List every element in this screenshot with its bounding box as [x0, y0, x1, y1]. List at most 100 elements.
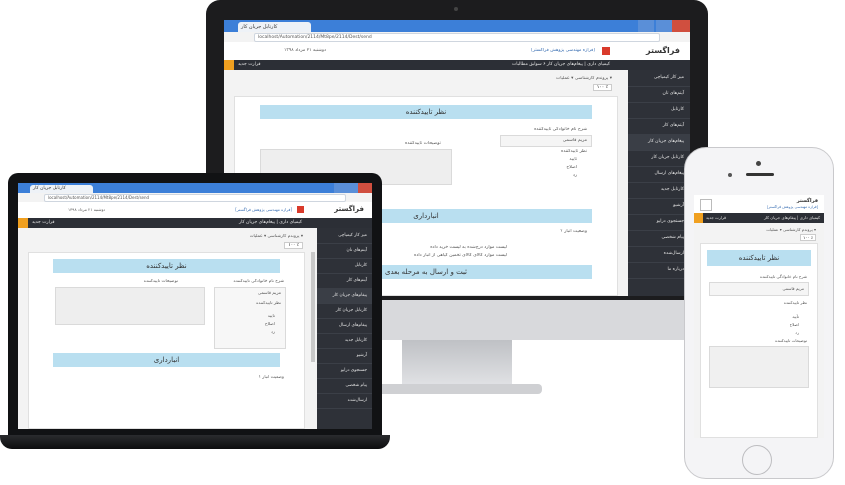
laptop-radio-reform[interactable]: اصلاح [265, 322, 275, 327]
tab-title: کارتابل جریان کار [241, 24, 278, 30]
phone-recipient-value-box: مریم قاسمی [709, 282, 809, 296]
laptop-sidebar-item-tasks[interactable]: آیتم‌های تان [317, 243, 372, 259]
phone-front-sensor [728, 173, 732, 177]
laptop-sidebar-item-work[interactable]: آیتم‌های کار [317, 273, 372, 289]
phone-approver-textarea[interactable] [709, 346, 809, 388]
laptop-close-button[interactable] [358, 183, 372, 193]
laptop-sidebar-item-workflow[interactable]: کارتابل جریان کار [317, 303, 372, 319]
textarea-label: توضیحات تاییدکننده [405, 141, 441, 146]
phone-form-card: نظر تاییدکننده شرح نام خانوادگی تاییدکنن… [700, 243, 818, 438]
laptop-textarea-label: توضیحات تاییدکننده [143, 279, 178, 284]
laptop-sidebar-item-cartable[interactable]: کارتابل [317, 258, 372, 274]
laptop-breadcrumb: کیمیای داری | پیغام‌های جریان کار [238, 220, 302, 225]
laptop-task-label[interactable]: قرارت جدید [32, 218, 54, 228]
minimize-button[interactable] [638, 20, 654, 32]
phone-opinion-label: نظر تاییدکننده [783, 300, 807, 305]
laptop-min-button[interactable] [334, 183, 346, 193]
phone-screen: فراگستر [فرازه مهندسی پژوهش فراگستر] قرا… [694, 195, 824, 438]
close-button[interactable] [672, 20, 690, 32]
sidebar-item-archive[interactable]: آرشیو [628, 198, 690, 215]
laptop-org-name: [فرازه مهندسی پژوهش فراگستر] [235, 207, 292, 212]
phone-brand-bar: فراگستر [فرازه مهندسی پژوهش فراگستر] [694, 195, 824, 214]
checkbox-1[interactable]: لیست موارد درج‌شده به لیست خرید داده [430, 245, 507, 250]
app-header: قرارت جدید کیمیای داری | پیغام‌های جریان… [224, 60, 690, 70]
phone-radio-approve[interactable]: تأیید [792, 314, 799, 319]
laptop-tab[interactable]: کارتابل جریان کار [30, 185, 93, 193]
laptop-url-field[interactable]: localhost/Automation/2114/Mt8pe/2114/Des… [44, 194, 346, 202]
monitor-base [372, 384, 542, 394]
radio-reject[interactable]: رد [573, 173, 577, 178]
laptop-home-icon[interactable] [18, 218, 28, 228]
org-name: [فرازه مهندسی پژوهش فراگستر] [531, 48, 595, 53]
laptop-sidebar-item-desk[interactable]: میز کار کیمیاچی [317, 228, 372, 244]
laptop-screen: کارتابل جریان کار localhost/Automation/2… [18, 183, 372, 429]
brand-bar: فراگستر [فرازه مهندسی پژوهش فراگستر] دوش… [224, 42, 690, 61]
sidebar-item-sent[interactable]: پیغام‌های ارسال [628, 166, 690, 183]
checkbox-2[interactable]: لیست موارد کالای کالای تخمین گیاهی از ان… [414, 253, 507, 258]
phone-radio-reform[interactable]: اصلاح [790, 322, 799, 327]
phone-home-icon[interactable] [694, 213, 703, 223]
laptop-form-card: نظر تاییدکننده شرح نام خانوادگی تاییدکنن… [28, 252, 305, 429]
sidebar-item-workflow[interactable]: کارتابل جریان کار [628, 150, 690, 167]
url-text: localhost/Automation/2114/Mt8pe/2114/Des… [258, 35, 372, 40]
phone-content-toolbar[interactable]: پروندم کارشناسی ▾ عملیات ▾ [766, 227, 816, 232]
radio-reform[interactable]: اصلاح [566, 165, 577, 170]
app-logo-icon [602, 47, 610, 55]
laptop-logo-icon [297, 206, 304, 213]
laptop-scrollbar[interactable] [311, 252, 315, 362]
laptop-section-warehouse-header: انبارداری [53, 353, 280, 367]
laptop-sidebar-item-archive[interactable]: آرشیو [317, 348, 372, 364]
laptop-sidebar-item-new[interactable]: کارتابل جدید [317, 333, 372, 349]
url-field[interactable]: localhost/Automation/2114/Mt8pe/2114/Des… [254, 33, 660, 42]
sidebar-item-messages[interactable]: پیغام‌های جریان کار [628, 134, 690, 151]
sidebar-item-outbox[interactable]: ارسال‌شده [628, 246, 690, 263]
laptop-radio-reject[interactable]: رد [271, 330, 275, 335]
laptop-sidebar-item-outbox[interactable]: ارسال‌شده [317, 393, 372, 409]
laptop-brand-logo: فراگستر [334, 205, 364, 213]
laptop-approver-textarea[interactable] [55, 287, 205, 325]
maximize-button[interactable] [656, 20, 672, 32]
sidebar-item-new[interactable]: کارتابل جدید [628, 182, 690, 199]
phone-company-name: فراگستر [796, 198, 818, 204]
laptop-sidebar-item-search[interactable]: جستجوی درایو [317, 363, 372, 379]
laptop-recipient-value: مریم قاسمی [257, 291, 281, 296]
home-icon[interactable] [224, 60, 234, 70]
laptop-sidebar-item-messages[interactable]: پیغام‌های جریان کار [317, 288, 372, 304]
laptop-opinion-label: نظر تاییدکننده [256, 301, 281, 306]
phone-zoom-select[interactable]: ۱۰۰ ٪ [800, 234, 816, 241]
phone: فراگستر [فرازه مهندسی پژوهش فراگستر] قرا… [684, 147, 834, 479]
section-approver-header: نظر تاییدکننده [260, 105, 592, 119]
phone-camera [756, 161, 761, 166]
phone-radio-reject[interactable]: رد [795, 330, 799, 335]
sidebar-item-personal[interactable]: پیام شخصی [628, 230, 690, 247]
opinion-label: نظر تاییدکننده [560, 149, 587, 154]
brand-logo-text: فراگستر [646, 46, 680, 55]
sidebar-item-about[interactable]: درباره ما [628, 262, 690, 279]
sidebar-item-work[interactable]: آیتم‌های کار [628, 118, 690, 135]
sidebar-item-desk[interactable]: میز کار کیمیاچی [628, 70, 690, 87]
monitor-stand [402, 340, 512, 390]
browser-tab[interactable]: کارتابل جریان کار [238, 22, 311, 32]
laptop-sidebar-item-personal[interactable]: پیام شخصی [317, 378, 372, 394]
sidebar-item-cartable[interactable]: کارتابل [628, 102, 690, 119]
laptop-warehouse-question: وضعیت انبار ؟ [258, 375, 284, 380]
laptop-sidebar-item-sent[interactable]: پیغام‌های ارسال [317, 318, 372, 334]
phone-home-button[interactable] [742, 445, 772, 475]
phone-task-label[interactable]: قرارت جدید [706, 213, 726, 223]
laptop-brand-bar: فراگستر [فرازه مهندسی پژوهش فراگستر] دوش… [18, 202, 372, 219]
content-toolbar[interactable]: پروندم کارشناسی ▾ عملیات ▾ [556, 76, 612, 81]
laptop-radio-approve[interactable]: تأیید [268, 314, 275, 319]
laptop-sidebar: میز کار کیمیاچی آیتم‌های تان کارتابل آیت… [317, 228, 372, 429]
phone-app-header: قرارت جدید کیمیای داری | پیغام‌های جریان… [694, 213, 824, 223]
laptop-content-toolbar[interactable]: پروندم کارشناسی ▾ عملیات ▾ [250, 234, 303, 239]
task-label[interactable]: قرارت جدید [238, 60, 260, 70]
phone-recipient-value: مریم قاسمی [782, 286, 804, 291]
zoom-select[interactable]: ۱۰۰ ٪ [592, 84, 612, 91]
laptop-zoom-select[interactable]: ۱۰۰ ٪ [284, 242, 303, 249]
radio-approve[interactable]: تأیید [569, 157, 577, 162]
sidebar-item-tasks[interactable]: آیتم‌های تان [628, 86, 690, 103]
sidebar-item-search[interactable]: جستجوی درایو [628, 214, 690, 231]
warehouse-question: وضعیت انبار ؟ [560, 229, 587, 234]
laptop-max-button[interactable] [346, 183, 358, 193]
phone-menu-icon[interactable] [700, 199, 712, 211]
